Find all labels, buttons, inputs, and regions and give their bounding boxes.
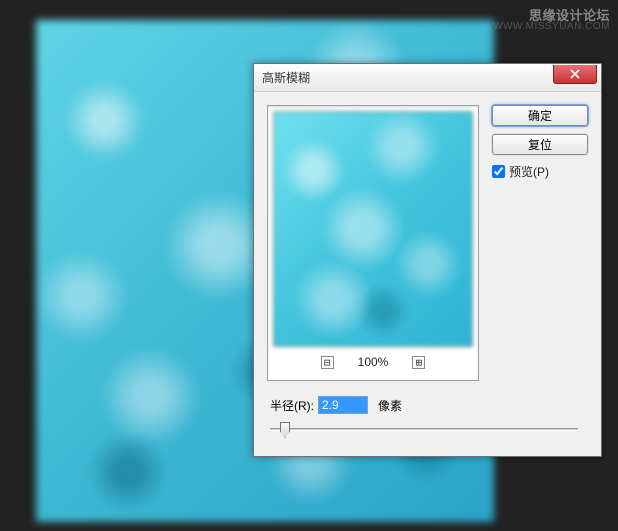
ok-button[interactable]: 确定	[492, 105, 588, 126]
preview-panel: ⊟ 100% ⊞	[267, 105, 479, 381]
zoom-out-button[interactable]: ⊟	[321, 356, 334, 369]
close-icon	[570, 69, 580, 79]
dialog-titlebar[interactable]: 高斯模糊	[254, 64, 601, 92]
zoom-controls: ⊟ 100% ⊞	[273, 355, 473, 369]
preview-checkbox-label: 预览(P)	[509, 163, 549, 180]
slider-track	[270, 428, 578, 431]
watermark-sub: WWW.MISSYUAN.COM	[493, 21, 610, 32]
preview-image[interactable]	[273, 111, 473, 347]
close-button[interactable]	[553, 65, 597, 84]
cancel-button[interactable]: 复位	[492, 134, 588, 155]
preview-checkbox-row[interactable]: 预览(P)	[492, 163, 588, 180]
zoom-in-button[interactable]: ⊞	[412, 356, 425, 369]
radius-label: 半径(R):	[270, 397, 314, 414]
radius-input[interactable]	[318, 396, 368, 414]
dialog-body: ⊟ 100% ⊞ 确定 复位 预览(P) 半径(R): 像素	[254, 92, 601, 456]
slider-thumb[interactable]	[280, 422, 290, 438]
radius-slider[interactable]	[270, 420, 578, 438]
preview-checkbox[interactable]	[492, 165, 505, 178]
radius-row: 半径(R): 像素	[270, 396, 402, 414]
gaussian-blur-dialog: 高斯模糊 ⊟ 100% ⊞ 确定 复位 预览(P) 半径(R): 像素	[253, 63, 602, 457]
dialog-title: 高斯模糊	[262, 69, 310, 86]
zoom-percent: 100%	[358, 355, 389, 369]
dialog-side-buttons: 确定 复位 预览(P)	[492, 105, 588, 180]
radius-unit: 像素	[378, 397, 402, 414]
